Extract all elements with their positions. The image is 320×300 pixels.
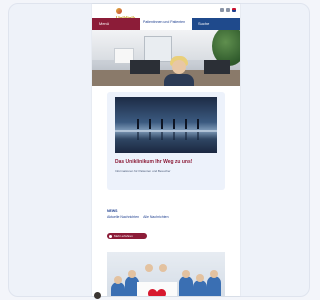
more-button[interactable]: Mehr erfahren (107, 233, 147, 239)
heart-card (137, 282, 177, 296)
language-flag-icon[interactable] (232, 8, 236, 12)
feature-subtitle: Informationen für Patienten und Besucher (115, 169, 171, 173)
news-links: Aktuelle Nachrichten Alle Nachrichten (107, 215, 169, 219)
top-bar: Uniklinik (92, 4, 240, 22)
nav-audience-link[interactable]: Patientinnen und Patienten (140, 18, 192, 30)
accessibility-icon[interactable] (226, 8, 230, 12)
nav-row: Menü Patientinnen und Patienten Suche (92, 18, 240, 30)
logo-icon (116, 7, 122, 14)
feature-card[interactable]: Das Uniklinikum Ihr Weg zu uns! Informat… (107, 92, 225, 190)
feature-title[interactable]: Das Uniklinikum Ihr Weg zu uns! (115, 159, 219, 165)
logo[interactable]: Uniklinik (116, 7, 136, 22)
chat-widget-button[interactable] (94, 292, 101, 299)
news-link-current[interactable]: Aktuelle Nachrichten (107, 215, 139, 219)
team-photo (107, 252, 225, 296)
more-button-label: Mehr erfahren (114, 234, 133, 238)
heart-icon (148, 289, 166, 296)
news-label: NEWS (107, 209, 118, 213)
hero-image (92, 30, 240, 86)
menu-button[interactable]: Menü (92, 18, 140, 30)
top-icons (220, 8, 236, 12)
search-icon[interactable] (220, 8, 224, 12)
search-button[interactable]: Suche (192, 18, 240, 30)
feature-image (115, 97, 217, 153)
website-page: Uniklinik Menü Patientinnen und Patiente… (92, 4, 240, 296)
news-link-all[interactable]: Alle Nachrichten (143, 215, 168, 219)
arrow-icon (109, 234, 112, 238)
